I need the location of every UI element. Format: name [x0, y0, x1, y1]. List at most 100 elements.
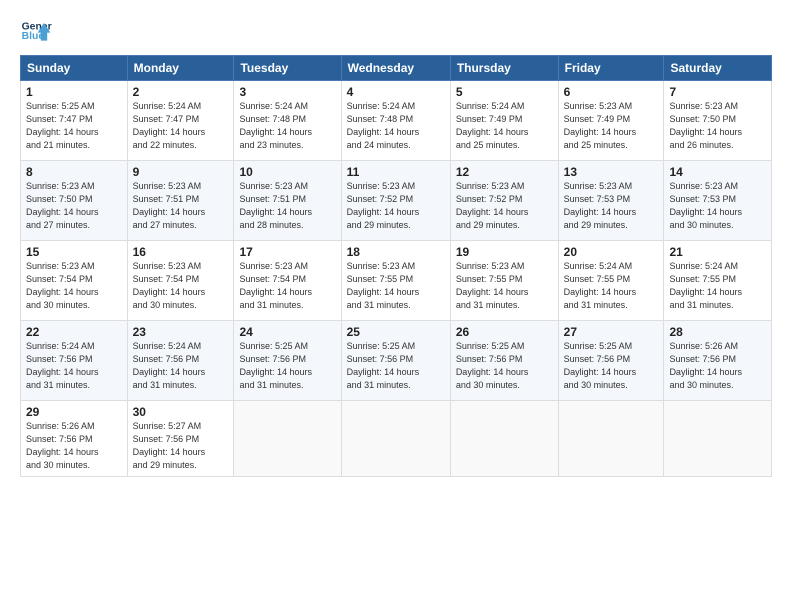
table-row: 3Sunrise: 5:24 AMSunset: 7:48 PMDaylight… [234, 81, 341, 161]
col-saturday: Saturday [664, 56, 772, 81]
table-row: 29Sunrise: 5:26 AMSunset: 7:56 PMDayligh… [21, 401, 128, 477]
day-info: Sunrise: 5:23 AMSunset: 7:54 PMDaylight:… [26, 260, 122, 312]
day-info: Sunrise: 5:23 AMSunset: 7:51 PMDaylight:… [133, 180, 229, 232]
table-row: 28Sunrise: 5:26 AMSunset: 7:56 PMDayligh… [664, 321, 772, 401]
day-number: 14 [669, 165, 766, 179]
day-info: Sunrise: 5:24 AMSunset: 7:49 PMDaylight:… [456, 100, 553, 152]
day-number: 28 [669, 325, 766, 339]
table-row: 19Sunrise: 5:23 AMSunset: 7:55 PMDayligh… [450, 241, 558, 321]
day-info: Sunrise: 5:23 AMSunset: 7:50 PMDaylight:… [669, 100, 766, 152]
day-info: Sunrise: 5:24 AMSunset: 7:55 PMDaylight:… [669, 260, 766, 312]
day-number: 6 [564, 85, 659, 99]
logo: General Blue [20, 15, 52, 47]
day-number: 22 [26, 325, 122, 339]
day-number: 7 [669, 85, 766, 99]
day-info: Sunrise: 5:25 AMSunset: 7:56 PMDaylight:… [564, 340, 659, 392]
day-info: Sunrise: 5:25 AMSunset: 7:56 PMDaylight:… [456, 340, 553, 392]
day-number: 4 [347, 85, 445, 99]
day-number: 16 [133, 245, 229, 259]
table-row: 4Sunrise: 5:24 AMSunset: 7:48 PMDaylight… [341, 81, 450, 161]
day-number: 12 [456, 165, 553, 179]
table-row: 17Sunrise: 5:23 AMSunset: 7:54 PMDayligh… [234, 241, 341, 321]
day-number: 3 [239, 85, 335, 99]
day-info: Sunrise: 5:23 AMSunset: 7:52 PMDaylight:… [456, 180, 553, 232]
day-info: Sunrise: 5:23 AMSunset: 7:54 PMDaylight:… [133, 260, 229, 312]
day-number: 11 [347, 165, 445, 179]
table-row: 23Sunrise: 5:24 AMSunset: 7:56 PMDayligh… [127, 321, 234, 401]
day-number: 2 [133, 85, 229, 99]
calendar-table: Sunday Monday Tuesday Wednesday Thursday… [20, 55, 772, 477]
day-number: 5 [456, 85, 553, 99]
day-info: Sunrise: 5:26 AMSunset: 7:56 PMDaylight:… [26, 420, 122, 472]
table-row: 2Sunrise: 5:24 AMSunset: 7:47 PMDaylight… [127, 81, 234, 161]
table-row: 21Sunrise: 5:24 AMSunset: 7:55 PMDayligh… [664, 241, 772, 321]
col-thursday: Thursday [450, 56, 558, 81]
day-info: Sunrise: 5:24 AMSunset: 7:48 PMDaylight:… [239, 100, 335, 152]
day-info: Sunrise: 5:24 AMSunset: 7:56 PMDaylight:… [26, 340, 122, 392]
table-row: 24Sunrise: 5:25 AMSunset: 7:56 PMDayligh… [234, 321, 341, 401]
col-sunday: Sunday [21, 56, 128, 81]
day-info: Sunrise: 5:27 AMSunset: 7:56 PMDaylight:… [133, 420, 229, 472]
day-info: Sunrise: 5:23 AMSunset: 7:50 PMDaylight:… [26, 180, 122, 232]
day-info: Sunrise: 5:23 AMSunset: 7:53 PMDaylight:… [669, 180, 766, 232]
day-number: 15 [26, 245, 122, 259]
table-row: 12Sunrise: 5:23 AMSunset: 7:52 PMDayligh… [450, 161, 558, 241]
table-row: 25Sunrise: 5:25 AMSunset: 7:56 PMDayligh… [341, 321, 450, 401]
table-row [450, 401, 558, 477]
day-number: 19 [456, 245, 553, 259]
table-row: 22Sunrise: 5:24 AMSunset: 7:56 PMDayligh… [21, 321, 128, 401]
day-info: Sunrise: 5:23 AMSunset: 7:54 PMDaylight:… [239, 260, 335, 312]
table-row: 11Sunrise: 5:23 AMSunset: 7:52 PMDayligh… [341, 161, 450, 241]
day-number: 26 [456, 325, 553, 339]
table-row: 6Sunrise: 5:23 AMSunset: 7:49 PMDaylight… [558, 81, 664, 161]
day-info: Sunrise: 5:24 AMSunset: 7:48 PMDaylight:… [347, 100, 445, 152]
day-info: Sunrise: 5:23 AMSunset: 7:52 PMDaylight:… [347, 180, 445, 232]
col-tuesday: Tuesday [234, 56, 341, 81]
header: General Blue [20, 15, 772, 47]
table-row: 5Sunrise: 5:24 AMSunset: 7:49 PMDaylight… [450, 81, 558, 161]
table-row [234, 401, 341, 477]
day-info: Sunrise: 5:26 AMSunset: 7:56 PMDaylight:… [669, 340, 766, 392]
day-info: Sunrise: 5:23 AMSunset: 7:55 PMDaylight:… [347, 260, 445, 312]
table-row: 13Sunrise: 5:23 AMSunset: 7:53 PMDayligh… [558, 161, 664, 241]
day-number: 21 [669, 245, 766, 259]
logo-icon: General Blue [20, 15, 52, 47]
day-info: Sunrise: 5:23 AMSunset: 7:55 PMDaylight:… [456, 260, 553, 312]
table-row: 30Sunrise: 5:27 AMSunset: 7:56 PMDayligh… [127, 401, 234, 477]
day-number: 23 [133, 325, 229, 339]
day-number: 29 [26, 405, 122, 419]
day-info: Sunrise: 5:25 AMSunset: 7:56 PMDaylight:… [347, 340, 445, 392]
day-info: Sunrise: 5:24 AMSunset: 7:47 PMDaylight:… [133, 100, 229, 152]
table-row: 10Sunrise: 5:23 AMSunset: 7:51 PMDayligh… [234, 161, 341, 241]
col-friday: Friday [558, 56, 664, 81]
table-row [664, 401, 772, 477]
day-info: Sunrise: 5:24 AMSunset: 7:56 PMDaylight:… [133, 340, 229, 392]
table-row: 1Sunrise: 5:25 AMSunset: 7:47 PMDaylight… [21, 81, 128, 161]
table-row: 15Sunrise: 5:23 AMSunset: 7:54 PMDayligh… [21, 241, 128, 321]
day-number: 1 [26, 85, 122, 99]
day-number: 13 [564, 165, 659, 179]
table-row: 16Sunrise: 5:23 AMSunset: 7:54 PMDayligh… [127, 241, 234, 321]
day-info: Sunrise: 5:23 AMSunset: 7:49 PMDaylight:… [564, 100, 659, 152]
table-row: 9Sunrise: 5:23 AMSunset: 7:51 PMDaylight… [127, 161, 234, 241]
day-number: 30 [133, 405, 229, 419]
table-row [558, 401, 664, 477]
day-info: Sunrise: 5:23 AMSunset: 7:53 PMDaylight:… [564, 180, 659, 232]
table-row: 7Sunrise: 5:23 AMSunset: 7:50 PMDaylight… [664, 81, 772, 161]
calendar-header-row: Sunday Monday Tuesday Wednesday Thursday… [21, 56, 772, 81]
calendar-page: General Blue Sunday Monday Tuesday Wedne… [0, 0, 792, 612]
table-row [341, 401, 450, 477]
table-row: 20Sunrise: 5:24 AMSunset: 7:55 PMDayligh… [558, 241, 664, 321]
day-info: Sunrise: 5:25 AMSunset: 7:47 PMDaylight:… [26, 100, 122, 152]
day-info: Sunrise: 5:25 AMSunset: 7:56 PMDaylight:… [239, 340, 335, 392]
col-wednesday: Wednesday [341, 56, 450, 81]
table-row: 14Sunrise: 5:23 AMSunset: 7:53 PMDayligh… [664, 161, 772, 241]
table-row: 8Sunrise: 5:23 AMSunset: 7:50 PMDaylight… [21, 161, 128, 241]
day-number: 10 [239, 165, 335, 179]
day-number: 8 [26, 165, 122, 179]
col-monday: Monday [127, 56, 234, 81]
day-number: 24 [239, 325, 335, 339]
day-number: 9 [133, 165, 229, 179]
day-info: Sunrise: 5:24 AMSunset: 7:55 PMDaylight:… [564, 260, 659, 312]
day-info: Sunrise: 5:23 AMSunset: 7:51 PMDaylight:… [239, 180, 335, 232]
